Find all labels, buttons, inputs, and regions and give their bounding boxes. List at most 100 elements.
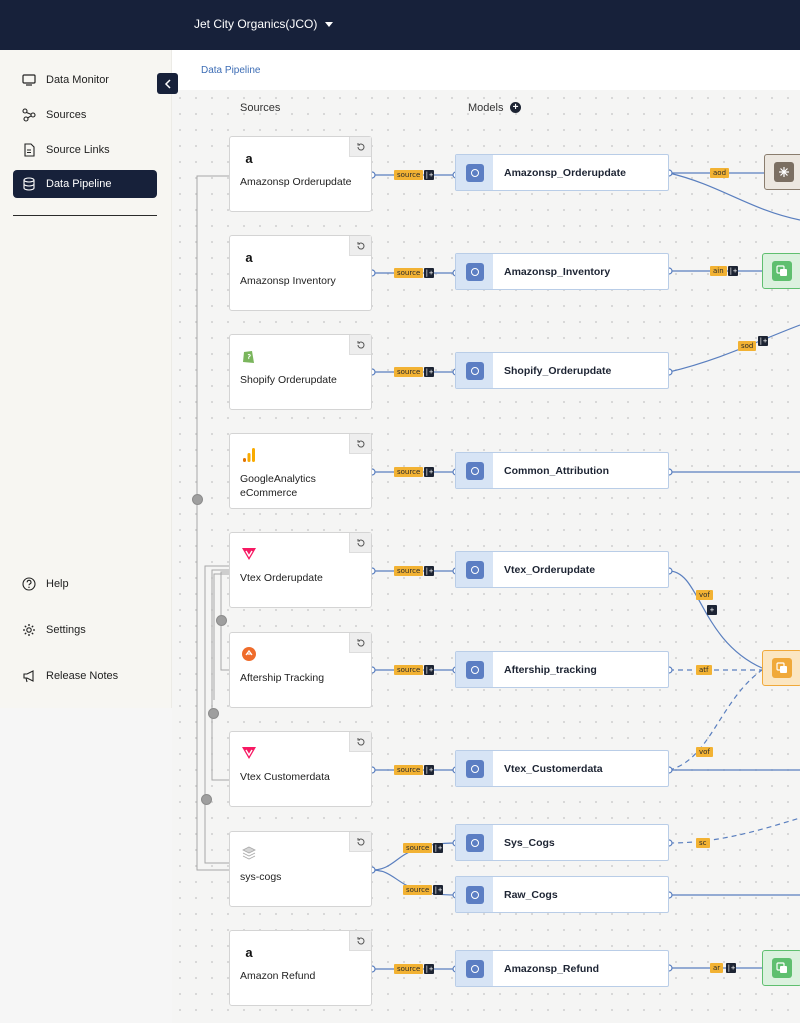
add-edge-icon[interactable]: |+ — [424, 765, 434, 775]
source-tag: source — [394, 566, 424, 576]
file-link-icon — [24, 143, 35, 157]
refresh-icon[interactable] — [349, 732, 371, 752]
source-label: Aftership Tracking — [240, 672, 325, 684]
source-label: Amazon Refund — [240, 970, 316, 982]
sidebar-item-label: Source Links — [46, 144, 110, 156]
sidebar-item-label: Sources — [46, 109, 87, 121]
sidebar-item-data-monitor[interactable]: Data Monitor — [13, 66, 157, 94]
sidebar-item-help[interactable]: Help — [13, 570, 157, 598]
refresh-icon[interactable] — [349, 137, 371, 157]
model-card[interactable]: Amazonsp_Inventory — [455, 253, 669, 290]
source-tag: source — [403, 885, 433, 895]
model-card[interactable]: Raw_Cogs — [455, 876, 669, 913]
model-label: Shopify_Orderupdate — [504, 365, 612, 377]
source-tag: source — [403, 843, 433, 853]
add-edge-icon[interactable]: |+ — [424, 170, 434, 180]
model-label: Sys_Cogs — [504, 837, 555, 849]
model-card[interactable]: Amazonsp_Orderupdate — [455, 154, 669, 191]
source-card-amazon-refund[interactable]: a Amazon Refund — [229, 930, 372, 1006]
edge-tag-vof: vof — [696, 590, 713, 600]
output-node[interactable] — [762, 950, 800, 986]
add-edge-icon[interactable]: |+ — [726, 963, 736, 973]
source-card-aftership-tracking[interactable]: Aftership Tracking — [229, 632, 372, 708]
link-dot[interactable] — [201, 794, 212, 805]
source-card-googleanalytics-ecommerce[interactable]: GoogleAnalytics eCommerce — [229, 433, 372, 509]
add-edge-icon[interactable]: |+ — [728, 266, 738, 276]
monitor-icon — [22, 74, 36, 86]
refresh-icon[interactable] — [349, 335, 371, 355]
add-edge-icon[interactable]: |+ — [424, 566, 434, 576]
breadcrumb[interactable]: Data Pipeline — [201, 65, 260, 76]
source-card-vtex-orderupdate[interactable]: Vtex Orderupdate — [229, 532, 372, 608]
model-icon — [465, 833, 484, 852]
refresh-icon[interactable] — [349, 434, 371, 454]
refresh-icon[interactable] — [349, 633, 371, 653]
source-card-shopify-orderupdate[interactable]: Shopify Orderupdate — [229, 334, 372, 410]
model-icon — [465, 759, 484, 778]
model-card[interactable]: Common_Attribution — [455, 452, 669, 489]
link-dot[interactable] — [216, 615, 227, 626]
add-edge-icon[interactable]: |+ — [424, 268, 434, 278]
join-node[interactable] — [762, 650, 800, 686]
sidebar-item-settings[interactable]: Settings — [13, 616, 157, 644]
model-label: Common_Attribution — [504, 465, 609, 477]
sidebar-item-release-notes[interactable]: Release Notes — [13, 662, 157, 690]
link-dot[interactable] — [192, 494, 203, 505]
collapse-sidebar-button[interactable] — [157, 73, 178, 94]
refresh-icon[interactable] — [349, 931, 371, 951]
model-card[interactable]: Shopify_Orderupdate — [455, 352, 669, 389]
model-label: Amazonsp_Orderupdate — [504, 167, 626, 179]
refresh-icon[interactable] — [349, 533, 371, 553]
sidebar-item-label: Data Monitor — [46, 74, 109, 86]
model-card[interactable]: Sys_Cogs — [455, 824, 669, 861]
copy-icon — [772, 658, 792, 678]
add-edge-icon[interactable]: |+ — [424, 964, 434, 974]
chevron-left-icon — [164, 78, 171, 89]
edge-tag-atf: atf — [696, 665, 712, 675]
refresh-icon[interactable] — [349, 832, 371, 852]
source-card-amazonsp-inventory[interactable]: a Amazonsp Inventory — [229, 235, 372, 311]
source-label: Vtex Orderupdate — [240, 572, 323, 584]
source-card-amazonsp-orderupdate[interactable]: a Amazonsp Orderupdate — [229, 136, 372, 212]
model-icon — [465, 361, 484, 380]
add-edge-icon[interactable]: |+ — [433, 843, 443, 853]
add-model-button[interactable]: + — [510, 102, 521, 113]
model-card[interactable]: Vtex_Orderupdate — [455, 551, 669, 588]
sidebar-item-source-links[interactable]: Source Links — [13, 136, 157, 164]
model-icon-box — [456, 353, 493, 388]
vtex-logo-icon — [240, 545, 258, 563]
source-label: sys-cogs — [240, 871, 282, 883]
model-label: Aftership_tracking — [504, 664, 597, 676]
edge-tag-sod: sod — [738, 341, 757, 351]
source-label: Amazonsp Orderupdate — [240, 176, 352, 188]
model-icon-box — [456, 552, 493, 587]
model-card[interactable]: Aftership_tracking — [455, 651, 669, 688]
sidebar-item-sources[interactable]: Sources — [13, 101, 157, 129]
source-card-sys-cogs[interactable]: sys-cogs — [229, 831, 372, 907]
link-dot[interactable] — [208, 708, 219, 719]
model-icon — [465, 163, 484, 182]
transform-node[interactable] — [764, 154, 800, 190]
org-selector[interactable]: Jet City Organics(JCO) — [194, 17, 334, 31]
model-label: Vtex_Orderupdate — [504, 564, 596, 576]
add-edge-icon[interactable]: |+ — [424, 367, 434, 377]
add-edge-icon[interactable]: |+ — [424, 665, 434, 675]
asterisk-icon — [774, 162, 794, 182]
vtex-logo-icon — [240, 744, 258, 762]
model-label: Raw_Cogs — [504, 889, 558, 901]
add-edge-icon[interactable]: |+ — [758, 336, 768, 346]
model-card[interactable]: Vtex_Customerdata — [455, 750, 669, 787]
add-edge-icon[interactable]: |+ — [424, 467, 434, 477]
sidebar-item-data-pipeline[interactable]: Data Pipeline — [13, 170, 157, 198]
refresh-icon[interactable] — [349, 236, 371, 256]
model-card[interactable]: Amazonsp_Refund — [455, 950, 669, 987]
source-tag: source — [394, 367, 424, 377]
add-edge-icon[interactable]: + — [707, 605, 717, 615]
source-card-vtex-customerdata[interactable]: Vtex Customerdata — [229, 731, 372, 807]
add-edge-icon[interactable]: |+ — [433, 885, 443, 895]
model-icon — [465, 560, 484, 579]
output-node[interactable] — [762, 253, 800, 289]
edge-tag-aod: aod — [710, 168, 730, 178]
caret-down-icon — [325, 21, 334, 27]
edge-tag-ain: ain — [710, 266, 727, 276]
